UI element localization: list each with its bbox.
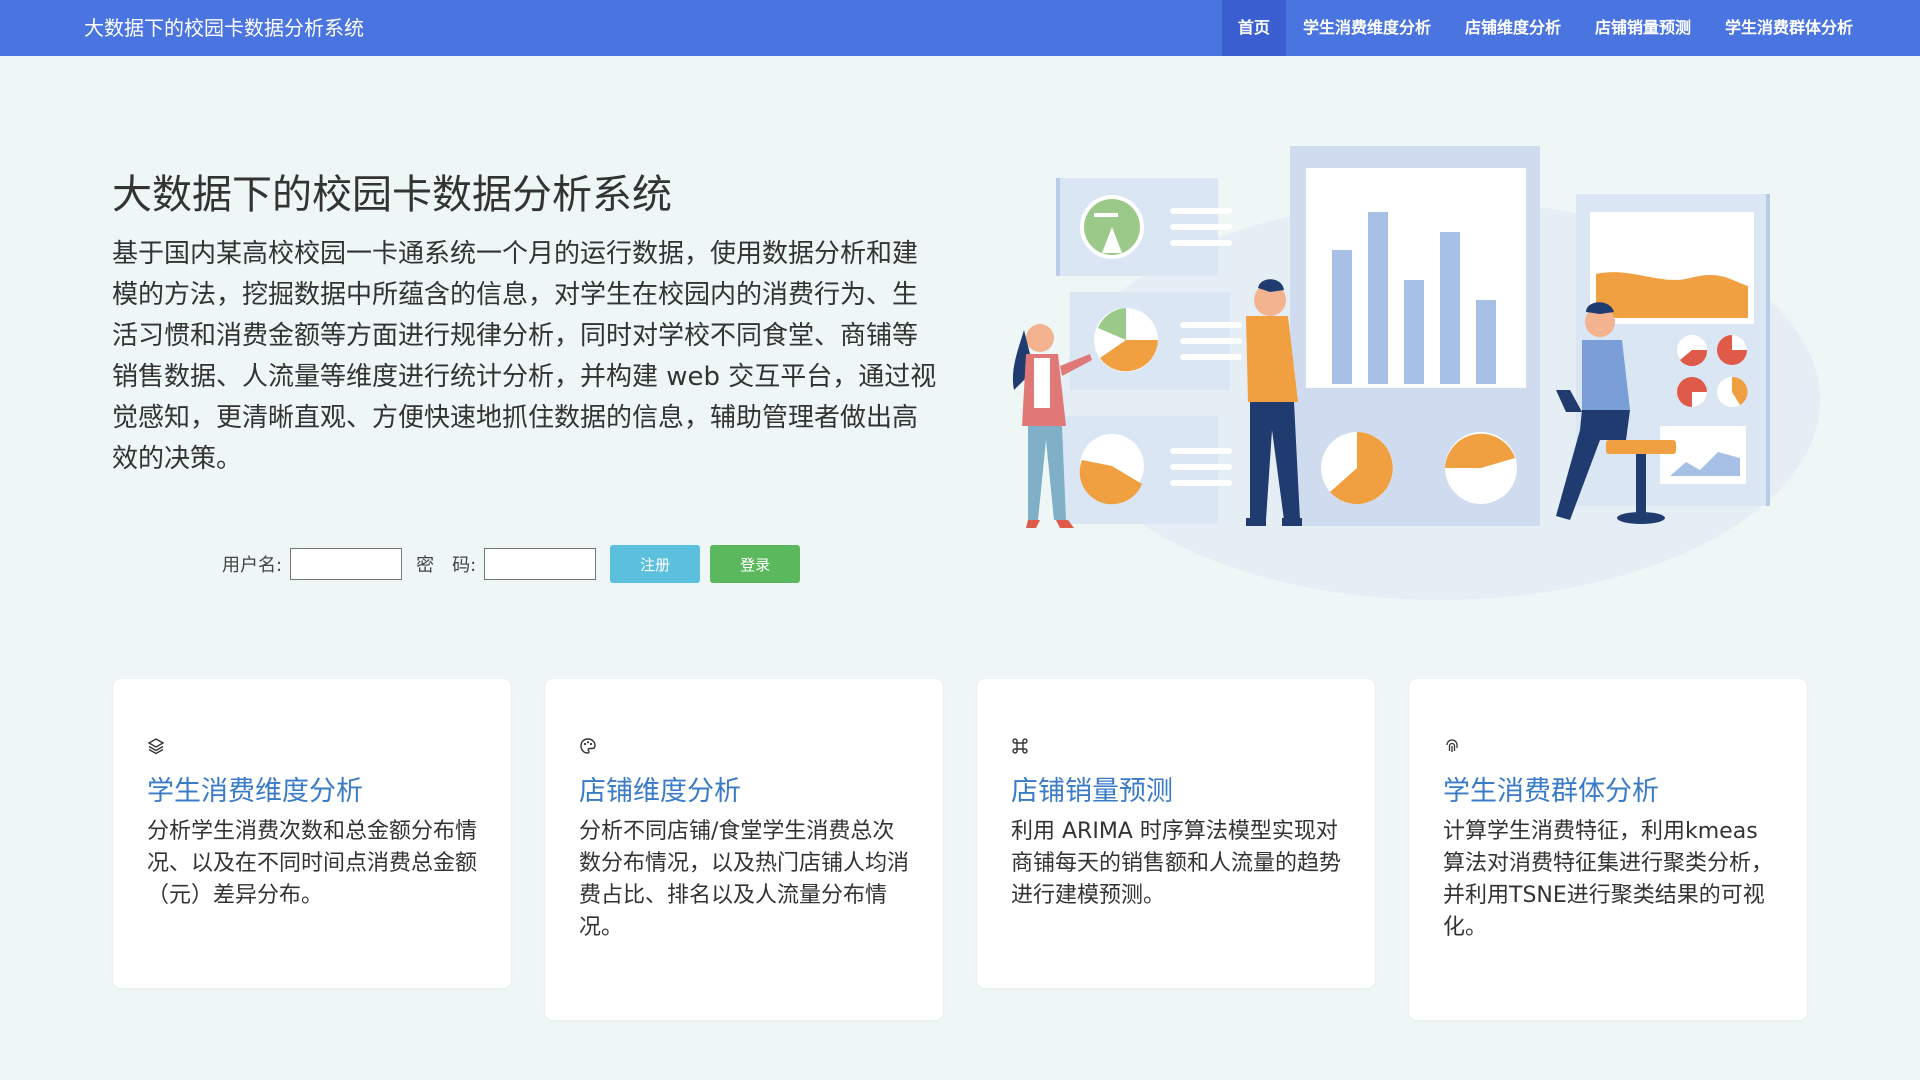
login-form: 用户名: 密 码: 注册 登录 [222, 545, 810, 583]
nav-item-home[interactable]: 首页 [1221, 0, 1286, 56]
brand-title[interactable]: 大数据下的校园卡数据分析系统 [84, 0, 364, 56]
palette-icon [580, 738, 596, 754]
nav-menu: 首页 学生消费维度分析 店铺维度分析 店铺销量预测 学生消费群体分析 [1221, 0, 1870, 56]
hero-description: 基于国内某高校校园一卡通系统一个月的运行数据，使用数据分析和建模的方法，挖掘数据… [112, 239, 937, 474]
username-label: 用户名: [222, 555, 283, 576]
nav-item-store-sales-forecast[interactable]: 店铺销量预测 [1578, 0, 1708, 56]
feature-card-sales-forecast[interactable]: 店铺销量预测 利用 ARIMA 时序算法模型实现对商铺每天的销售额和人流量的趋势… [977, 679, 1375, 988]
card-description: 计算学生消费特征，利用kmeas算法对消费特征集进行聚类分析，并利用TSNE进行… [1443, 819, 1774, 940]
password-input[interactable] [484, 548, 597, 580]
feature-card-student-groups[interactable]: 学生消费群体分析 计算学生消费特征，利用kmeas算法对消费特征集进行聚类分析，… [1409, 679, 1807, 1020]
layers-icon [147, 738, 165, 755]
register-button[interactable]: 注册 [610, 545, 701, 583]
card-title[interactable]: 店铺维度分析 [579, 769, 909, 808]
username-input[interactable] [290, 548, 403, 580]
card-title[interactable]: 店铺销量预测 [1011, 769, 1341, 808]
card-description: 分析不同店铺/食堂学生消费总次数分布情况，以及热门店铺人均消费占比、排名以及人流… [579, 819, 910, 940]
hero-illustration [1012, 146, 1820, 600]
login-button[interactable]: 登录 [710, 545, 801, 583]
page-title: 大数据下的校园卡数据分析系统 [112, 172, 672, 218]
nav-item-store-dimension[interactable]: 店铺维度分析 [1448, 0, 1578, 56]
navbar: 大数据下的校园卡数据分析系统 首页 学生消费维度分析 店铺维度分析 店铺销量预测… [0, 0, 1920, 56]
card-title[interactable]: 学生消费群体分析 [1443, 769, 1773, 808]
card-description: 利用 ARIMA 时序算法模型实现对商铺每天的销售额和人流量的趋势进行建模预测。 [1011, 819, 1342, 908]
password-label: 密 码: [416, 555, 477, 576]
card-description: 分析学生消费次数和总金额分布情况、以及在不同时间点消费总金额（元）差异分布。 [147, 819, 478, 908]
nav-item-student-consumption[interactable]: 学生消费维度分析 [1286, 0, 1448, 56]
nav-item-student-groups[interactable]: 学生消费群体分析 [1708, 0, 1870, 56]
feature-card-student-consumption[interactable]: 学生消费维度分析 分析学生消费次数和总金额分布情况、以及在不同时间点消费总金额（… [113, 679, 511, 988]
card-title[interactable]: 学生消费维度分析 [147, 769, 477, 808]
command-icon [1012, 738, 1028, 754]
feature-card-store-dimension[interactable]: 店铺维度分析 分析不同店铺/食堂学生消费总次数分布情况，以及热门店铺人均消费占比… [545, 679, 943, 1020]
fingerprint-icon [1446, 739, 1458, 752]
